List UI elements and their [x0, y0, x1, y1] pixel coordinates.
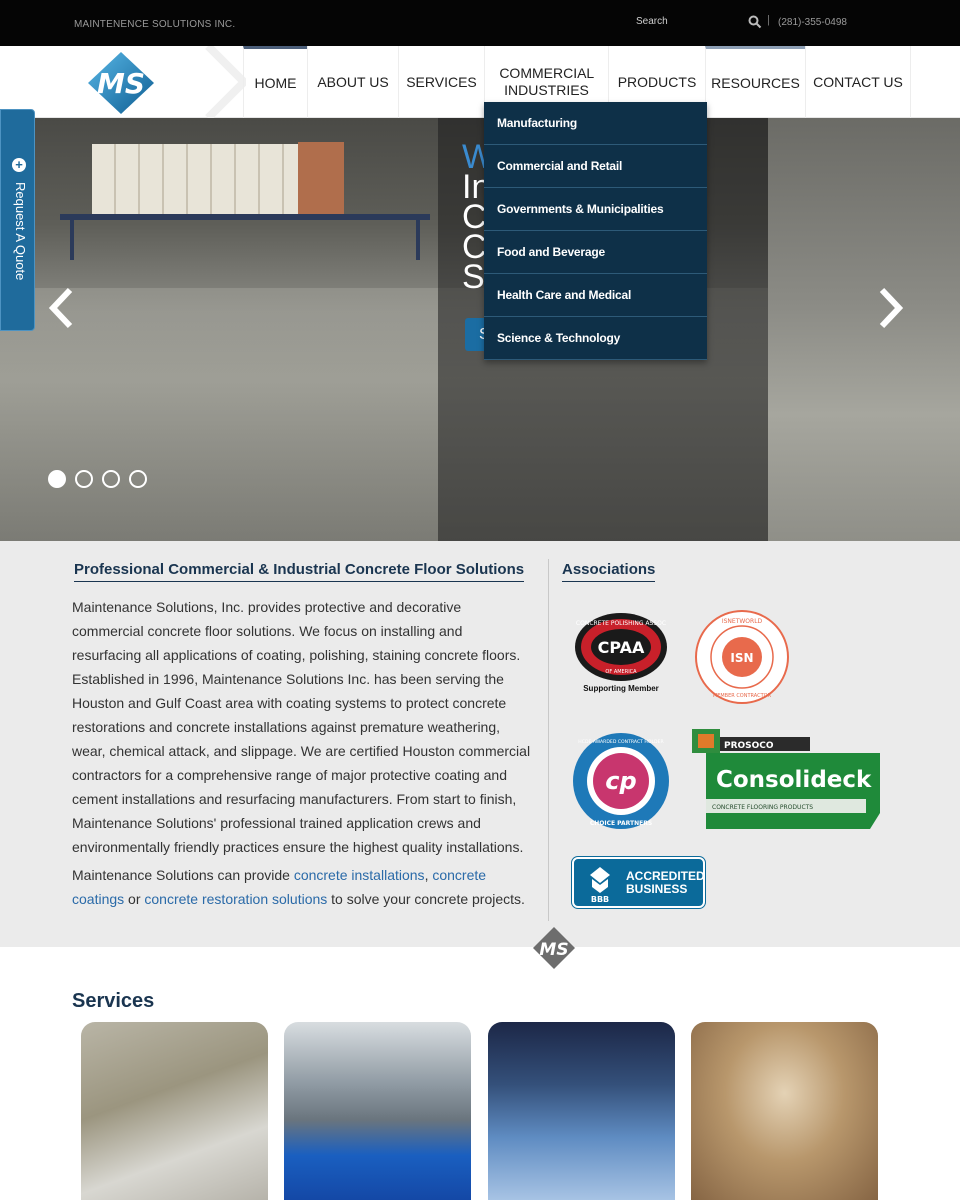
request-quote-tab[interactable]: + Request A Quote — [0, 109, 35, 331]
nav-services[interactable]: SERVICES — [398, 46, 484, 118]
cpaa-bottom-text: OF AMERICA — [605, 669, 637, 675]
link-concrete-installations[interactable]: concrete installations — [294, 867, 425, 883]
main-nav: MS HOME ABOUT US SERVICES COMMERCIAL IND… — [0, 46, 960, 118]
nav-home-label: HOME — [254, 75, 297, 91]
dropdown-item-commercial-retail[interactable]: Commercial and Retail — [484, 145, 707, 188]
hero-shelf-boxes-brown — [298, 142, 344, 214]
consolideck-subtitle: CONCRETE FLOORING PRODUCTS — [712, 804, 813, 811]
bbb-text: ACCREDITED BUSINESS — [626, 870, 705, 896]
choice-partners-bottom-text: CHOICE PARTNERS — [590, 820, 652, 827]
logo-text: MS — [97, 67, 145, 100]
phone-number[interactable]: (281)-355-0498 — [778, 17, 847, 28]
dropdown-item-science-technology[interactable]: Science & Technology — [484, 317, 707, 360]
dropdown-item-manufacturing[interactable]: Manufacturing — [484, 102, 707, 145]
hero-shelf-legs — [70, 220, 420, 260]
bbb-mark: BBB — [591, 895, 609, 903]
topbar-separator: | — [767, 14, 770, 26]
hero-heading-line2: In C C S — [462, 172, 486, 292]
request-quote-label: Request A Quote — [13, 182, 28, 281]
nav-resources-label: RESOURCES — [711, 75, 800, 91]
dropdown-item-food-beverage[interactable]: Food and Beverage — [484, 231, 707, 274]
service-card-epoxy[interactable] — [488, 1022, 675, 1200]
ms-divider-logo-text: MS — [539, 940, 568, 960]
plus-circle-icon: + — [12, 158, 26, 172]
nav-about-us[interactable]: ABOUT US — [307, 46, 398, 118]
slider-next-arrow-icon[interactable] — [876, 286, 906, 330]
cpaa-top-text: CONCRETE POLISHING ASSOC — [576, 620, 666, 627]
slider-dot-2[interactable] — [75, 470, 93, 488]
bbb-torch-icon: BBB — [590, 867, 610, 903]
service-card-coatings[interactable] — [284, 1022, 471, 1200]
nav-products-label: PRODUCTS — [617, 73, 697, 90]
intro-services-sentence: Maintenance Solutions can provide concre… — [72, 863, 534, 911]
isn-top-text: ISNETWORLD — [722, 618, 763, 625]
hero-right-wall — [768, 118, 960, 541]
link-concrete-restoration[interactable]: concrete restoration solutions — [144, 891, 327, 907]
choice-partners-top-text: HCDE AWARDED CONTRACT HOLDER — [578, 739, 664, 745]
nav-chevron-decoration — [205, 46, 246, 118]
intro-section: Professional Commercial & Industrial Con… — [0, 541, 960, 947]
section-divider — [548, 559, 549, 921]
isn-badge[interactable]: ISN ISNETWORLD MEMBER CONTRACTOR — [694, 609, 790, 705]
intro-p2-or: or — [124, 891, 145, 907]
nav-contact-us[interactable]: CONTACT US — [805, 46, 911, 118]
commercial-industries-dropdown: Manufacturing Commercial and Retail Gove… — [484, 102, 707, 360]
nav-contact-us-label: CONTACT US — [813, 73, 903, 90]
logo[interactable]: MS — [84, 50, 158, 116]
choice-partners-mark: cp — [605, 767, 636, 795]
isn-bottom-text: MEMBER CONTRACTOR — [713, 693, 772, 699]
nav-resources[interactable]: RESOURCES — [705, 46, 805, 118]
cpaa-caption: Supporting Member — [583, 684, 659, 693]
nav-services-label: SERVICES — [406, 73, 477, 90]
intro-p2-prefix: Maintenance Solutions can provide — [72, 867, 294, 883]
top-bar: MAINTENENCE SOLUTIONS INC. Search | (281… — [0, 0, 960, 46]
search-icon[interactable] — [748, 15, 762, 29]
isn-mark: ISN — [730, 651, 753, 665]
company-name: MAINTENENCE SOLUTIONS INC. — [74, 19, 236, 30]
prosoco-brand-text: PROSOCO — [724, 741, 774, 751]
slider-dot-3[interactable] — [102, 470, 120, 488]
hero-slider: W In C C S S — [0, 118, 960, 541]
nav-commercial-industries-label: COMMERCIAL INDUSTRIES — [499, 65, 595, 98]
intro-paragraph: Maintenance Solutions, Inc. provides pro… — [72, 599, 531, 855]
consolideck-name: Consolideck — [716, 767, 872, 793]
nav-home[interactable]: HOME — [243, 46, 307, 118]
bbb-accredited-badge[interactable]: BBB ACCREDITED BUSINESS — [572, 857, 705, 908]
slider-prev-arrow-icon[interactable] — [46, 286, 76, 330]
dropdown-item-governments[interactable]: Governments & Municipalities — [484, 188, 707, 231]
ms-divider-logo: MS — [533, 927, 575, 969]
services-title: Services — [72, 990, 155, 1012]
intro-title: Professional Commercial & Industrial Con… — [74, 561, 525, 582]
bbb-line2: BUSINESS — [626, 882, 688, 896]
service-card-staining[interactable] — [691, 1022, 878, 1200]
slider-dot-1[interactable] — [48, 470, 66, 488]
search-input[interactable]: Search — [636, 16, 668, 27]
dropdown-item-health-care[interactable]: Health Care and Medical — [484, 274, 707, 317]
service-card-installation[interactable] — [81, 1022, 268, 1200]
nav-about-us-label: ABOUT US — [317, 73, 389, 90]
cpaa-badge[interactable]: CONCRETE POLISHING ASSOC CPAA OF AMERICA… — [572, 611, 670, 695]
slider-dots — [48, 470, 147, 488]
associations-title: Associations — [562, 561, 656, 582]
cpaa-mark: CPAA — [598, 638, 645, 657]
choice-partners-badge[interactable]: cp HCDE AWARDED CONTRACT HOLDER CHOICE P… — [571, 731, 671, 831]
intro-p2-suffix: to solve your concrete projects. — [327, 891, 525, 907]
slider-dot-4[interactable] — [129, 470, 147, 488]
consolideck-badge[interactable]: PROSOCO Consolideck CONCRETE FLOORING PR… — [692, 729, 882, 831]
